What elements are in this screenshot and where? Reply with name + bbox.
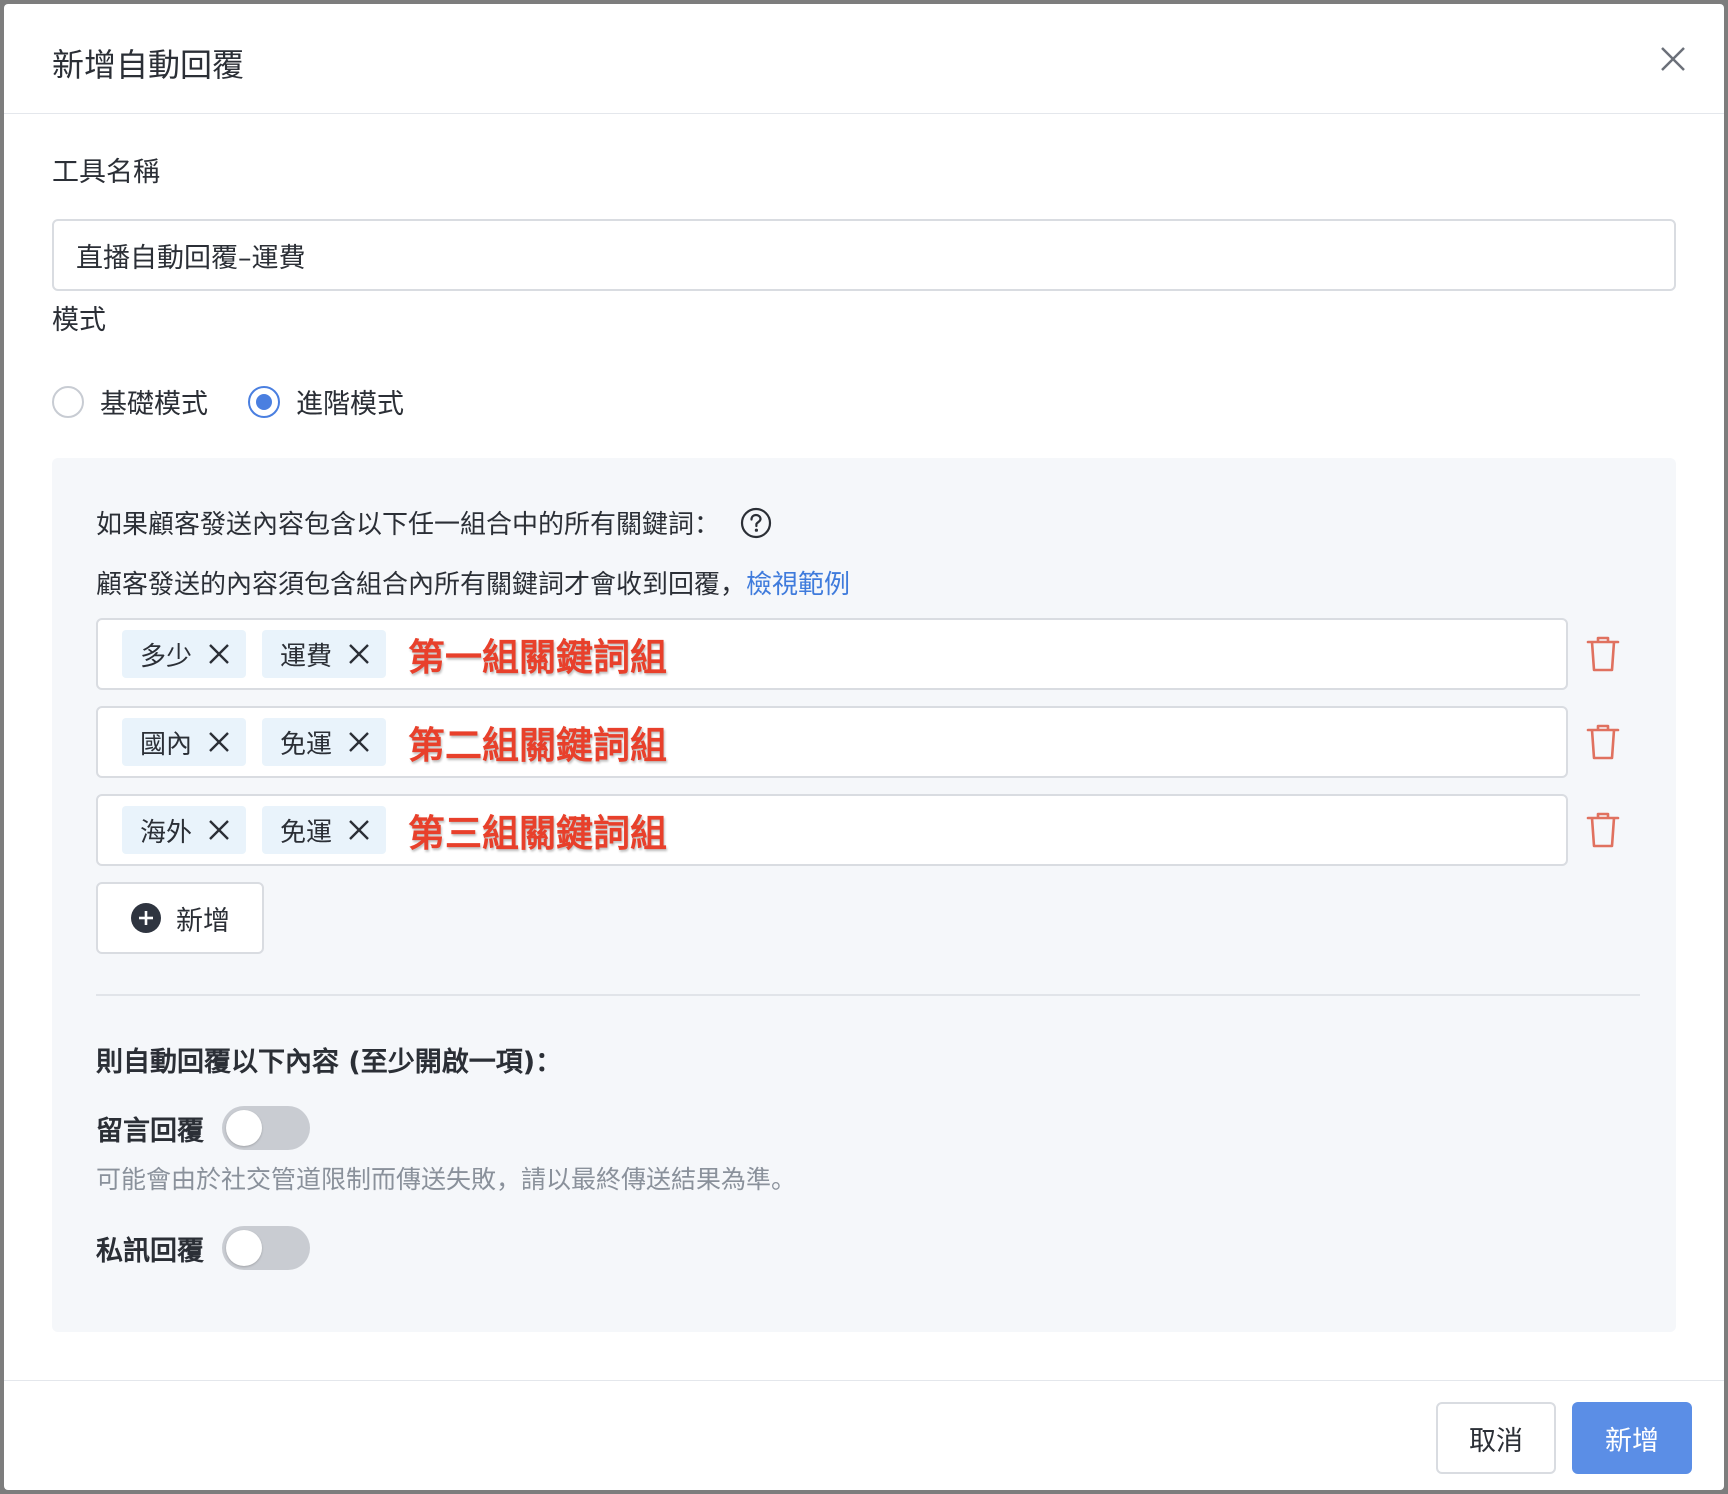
keyword-group-row[interactable]: 多少 運費 第一組關鍵詞組 — [96, 618, 1568, 690]
keyword-group-row[interactable]: 海外 免運 第三組關鍵詞組 — [96, 794, 1568, 866]
footer-divider — [4, 1380, 1724, 1381]
cancel-button[interactable]: 取消 — [1436, 1402, 1556, 1474]
plus-circle-icon — [131, 903, 161, 933]
keyword-tag: 國內 — [122, 718, 247, 766]
keyword-tag-text: 免運 — [280, 729, 333, 760]
remove-tag-icon[interactable] — [348, 731, 370, 753]
mode-radio-group: 基礎模式 進階模式 — [52, 382, 444, 421]
radio-label-advanced: 進階模式 — [296, 389, 404, 420]
add-keyword-group-button[interactable]: 新增 — [96, 882, 264, 954]
reply-section-title: 則自動回覆以下內容 (至少開啟一項)： — [96, 1047, 563, 1078]
comment-reply-label: 留言回覆 — [96, 1115, 204, 1147]
view-example-link[interactable]: 檢視範例 — [746, 570, 850, 600]
modal-title: 新增自動回覆 — [52, 46, 245, 84]
keyword-group-row[interactable]: 國內 免運 第二組關鍵詞組 — [96, 706, 1568, 778]
group-annotation: 第二組關鍵詞組 — [408, 724, 668, 767]
radio-basic-mode[interactable]: 基礎模式 — [52, 382, 208, 421]
add-button-label: 新增 — [176, 905, 230, 937]
remove-tag-icon[interactable] — [208, 819, 230, 841]
modal-header: 新增自動回覆 — [4, 4, 1724, 114]
keyword-intro-text: 如果顧客發送內容包含以下任一組合中的所有關鍵詞： — [96, 510, 721, 540]
keyword-tag-text: 運費 — [280, 641, 333, 672]
remove-tag-icon[interactable] — [348, 643, 370, 665]
remove-tag-icon[interactable] — [208, 731, 230, 753]
auto-reply-modal: 新增自動回覆 工具名稱 模式 基礎模式 進階模式 如果顧客發送內容包含以下任一組… — [4, 4, 1724, 1490]
tool-name-input[interactable] — [52, 219, 1676, 291]
keyword-tag: 運費 — [262, 630, 387, 678]
keyword-tag-text: 免運 — [280, 817, 333, 848]
mode-label: 模式 — [52, 305, 106, 336]
divider — [96, 994, 1640, 996]
radio-circle-basic[interactable] — [52, 385, 84, 418]
keyword-tag: 免運 — [262, 806, 387, 854]
keyword-tag-text: 海外 — [140, 817, 193, 848]
keyword-tag-text: 多少 — [140, 641, 193, 672]
comment-reply-toggle[interactable] — [222, 1106, 310, 1150]
group-annotation: 第三組關鍵詞組 — [408, 812, 668, 855]
radio-label-basic: 基礎模式 — [100, 389, 208, 420]
radio-circle-advanced[interactable] — [248, 385, 280, 418]
remove-tag-icon[interactable] — [348, 819, 370, 841]
dm-reply-toggle[interactable] — [222, 1226, 310, 1270]
comment-reply-row: 留言回覆 — [96, 1106, 310, 1150]
keyword-description-text: 顧客發送的內容須包含組合內所有關鍵詞才會收到回覆， — [96, 570, 747, 600]
submit-button[interactable]: 新增 — [1572, 1402, 1692, 1474]
dm-reply-label: 私訊回覆 — [96, 1235, 204, 1267]
close-icon[interactable] — [1658, 44, 1688, 74]
keyword-tag: 多少 — [122, 630, 247, 678]
keyword-intro-row: 如果顧客發送內容包含以下任一組合中的所有關鍵詞： — [96, 504, 772, 541]
keyword-tag: 免運 — [262, 718, 387, 766]
dm-reply-row: 私訊回覆 — [96, 1226, 310, 1270]
help-icon[interactable] — [740, 507, 772, 539]
keyword-tag-text: 國內 — [140, 729, 193, 760]
group-annotation: 第一組關鍵詞組 — [408, 636, 668, 679]
trash-icon[interactable] — [1586, 811, 1620, 849]
keyword-description: 顧客發送的內容須包含組合內所有關鍵詞才會收到回覆，檢視範例 — [96, 564, 850, 601]
keyword-tag: 海外 — [122, 806, 247, 854]
trash-icon[interactable] — [1586, 635, 1620, 673]
radio-advanced-mode[interactable]: 進階模式 — [248, 382, 404, 421]
trash-icon[interactable] — [1586, 723, 1620, 761]
remove-tag-icon[interactable] — [208, 643, 230, 665]
keyword-panel: 如果顧客發送內容包含以下任一組合中的所有關鍵詞： 顧客發送的內容須包含組合內所有… — [52, 458, 1676, 1332]
comment-reply-hint: 可能會由於社交管道限制而傳送失敗，請以最終傳送結果為準。 — [96, 1165, 797, 1194]
tool-name-label: 工具名稱 — [52, 157, 160, 188]
